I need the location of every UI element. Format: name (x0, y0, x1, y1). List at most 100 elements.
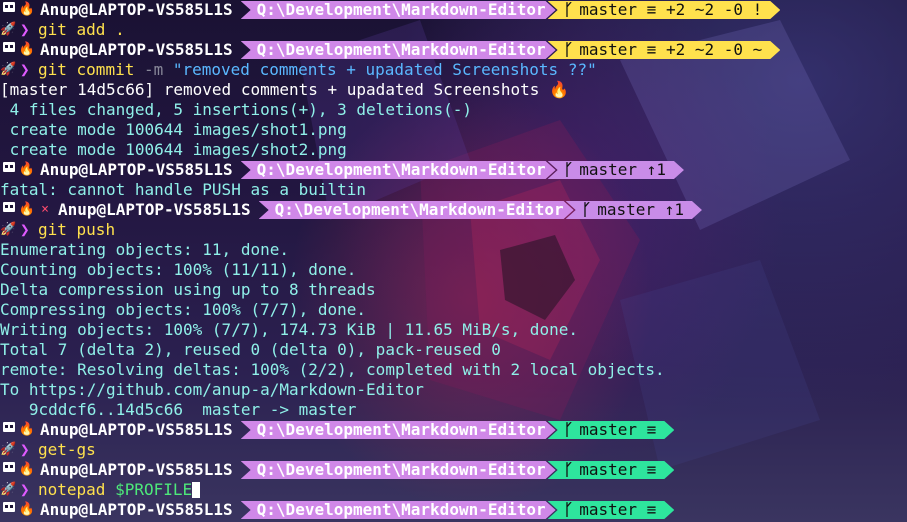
prompt-line: 🔥 Anup@LAPTOP-VS585L1S Q:\Development\Mark… (0, 160, 907, 180)
terminal-output[interactable]: 🔥 Anup@LAPTOP-VS585L1S Q:\Development\Mark… (0, 0, 907, 520)
prompt-line: 🔥 × Anup@LAPTOP-VS585L1S Q:\Development\Mar… (0, 200, 907, 220)
prompt-git-status: ᚴ master ≡ (548, 461, 675, 479)
rocket-icon: 🚀 (0, 482, 17, 497)
command-token: -m (143, 60, 164, 79)
rocket-icon: 🚀 (0, 62, 17, 77)
prompt-chevron-icon: ❯ (20, 20, 30, 39)
command-text[interactable]: git push (38, 220, 115, 240)
git-branch-icon: ᚴ (563, 460, 574, 479)
output-line: Compressing objects: 100% (7/7), done. (0, 300, 367, 319)
prompt-user: Anup@LAPTOP-VS585L1S (40, 460, 233, 479)
command-line[interactable]: 🚀 ❯ git add . (0, 20, 907, 40)
git-status-text: master ≡ (579, 420, 657, 439)
prompt-chevron-icon: ❯ (20, 440, 30, 459)
prompt-path-segment: Q:\Development\Markdown-Editor (241, 41, 556, 59)
command-token: commit (66, 60, 144, 79)
prompt-glyph-icon (0, 200, 18, 221)
output-line: Writing objects: 100% (7/7), 174.73 KiB … (0, 320, 578, 339)
command-token: git (38, 20, 67, 39)
prompt-line: 🔥 Anup@LAPTOP-VS585L1S Q:\Development\Mark… (0, 460, 907, 480)
rocket-icon: 🚀 (0, 442, 17, 457)
prompt-user: Anup@LAPTOP-VS585L1S (40, 0, 233, 19)
output-line: Delta compression using up to 8 threads (0, 280, 376, 299)
rocket-icon: 🚀 (0, 22, 17, 37)
command-text[interactable]: git commit -m "removed comments + upadat… (38, 60, 597, 80)
error-x-icon: × (41, 202, 49, 217)
git-branch-icon: ᚴ (563, 420, 574, 439)
git-status-text: master ↑1 (597, 200, 684, 219)
prompt-path-segment: Q:\Development\Markdown-Editor (241, 461, 556, 479)
prompt-user: Anup@LAPTOP-VS585L1S (40, 420, 233, 439)
prompt-user: Anup@LAPTOP-VS585L1S (58, 200, 251, 219)
output-line: fatal: cannot handle PUSH as a builtin (0, 180, 367, 199)
prompt-git-status: ᚴ master ≡ +2 ~2 -0 ~ (548, 41, 781, 59)
git-status-text: master ≡ +2 ~2 -0 ! (579, 0, 763, 19)
command-token: push (66, 220, 116, 239)
command-token: $PROFILE (105, 480, 193, 499)
prompt-git-status: ᚴ master ↑1 (548, 161, 684, 179)
command-text[interactable]: notepad $PROFILE (38, 480, 192, 500)
prompt-line: 🔥 Anup@LAPTOP-VS585L1S Q:\Development\Mark… (0, 40, 907, 60)
git-branch-icon: ᚴ (581, 200, 592, 219)
output-line: create mode 100644 images/shot1.png (0, 120, 347, 139)
output-line: 4 files changed, 5 insertions(+), 3 dele… (0, 100, 473, 119)
git-status-text: master ≡ +2 ~2 -0 ~ (579, 40, 763, 59)
prompt-path-segment: Q:\Development\Markdown-Editor (241, 501, 556, 519)
git-status-text: master ≡ (579, 460, 657, 479)
fire-icon: 🔥 (18, 2, 36, 17)
prompt-git-status: ᚴ master ≡ +2 ~2 -0 ! (548, 1, 781, 19)
prompt-path-segment: Q:\Development\Markdown-Editor (241, 1, 556, 19)
prompt-git-status: ᚴ master ≡ (548, 501, 675, 519)
command-line[interactable]: 🚀 ❯ notepad $PROFILE (0, 480, 907, 500)
command-text[interactable]: get-gs (38, 440, 96, 460)
prompt-git-status: ᚴ master ≡ (548, 421, 675, 439)
command-token: "removed comments + upadated Screenshots… (163, 60, 597, 79)
prompt-chevron-icon: ❯ (20, 60, 30, 79)
git-branch-icon: ᚴ (563, 160, 574, 179)
fire-icon: 🔥 (18, 502, 36, 517)
command-token: add . (66, 20, 125, 39)
prompt-glyph-icon (0, 500, 18, 521)
rocket-icon: 🚀 (0, 222, 17, 237)
prompt-path-segment: Q:\Development\Markdown-Editor (241, 421, 556, 439)
git-branch-icon: ᚴ (563, 500, 574, 519)
output-line: [master 14d5c66] removed comments + upad… (0, 80, 569, 99)
fire-icon: 🔥 (18, 42, 36, 57)
fire-icon: 🔥 (18, 462, 36, 477)
prompt-user: Anup@LAPTOP-VS585L1S (40, 40, 233, 59)
text-cursor (192, 482, 201, 498)
prompt-glyph-icon (0, 420, 18, 441)
prompt-glyph-icon (0, 0, 18, 21)
output-line: Total 7 (delta 2), reused 0 (delta 0), p… (0, 340, 501, 359)
git-branch-icon: ᚴ (563, 0, 574, 19)
prompt-line: 🔥 Anup@LAPTOP-VS585L1S Q:\Development\Mark… (0, 420, 907, 440)
output-line: Enumerating objects: 11, done. (0, 240, 289, 259)
fire-icon: 🔥 (18, 162, 36, 177)
command-token: git (38, 60, 67, 79)
command-token: git (38, 220, 67, 239)
output-line: 9cddcf6..14d5c66 master -> master (0, 400, 357, 419)
output-line: Counting objects: 100% (11/11), done. (0, 260, 357, 279)
prompt-chevron-icon: ❯ (20, 220, 30, 239)
prompt-glyph-icon (0, 40, 18, 61)
prompt-path-segment: Q:\Development\Markdown-Editor (259, 201, 574, 219)
command-line[interactable]: 🚀 ❯ get-gs (0, 440, 907, 460)
command-line[interactable]: 🚀 ❯ git push (0, 220, 907, 240)
git-status-text: master ≡ (579, 500, 657, 519)
prompt-glyph-icon (0, 460, 18, 481)
command-text[interactable]: git add . (38, 20, 125, 40)
command-line[interactable]: 🚀 ❯ git commit -m "removed comments + upad… (0, 60, 907, 80)
prompt-git-status: ᚴ master ↑1 (566, 201, 702, 219)
prompt-user: Anup@LAPTOP-VS585L1S (40, 500, 233, 519)
command-token: notepad (38, 480, 106, 499)
fire-icon: 🔥 (18, 422, 36, 437)
prompt-line: 🔥 Anup@LAPTOP-VS585L1S Q:\Development\Mark… (0, 0, 907, 20)
output-line: create mode 100644 images/shot2.png (0, 140, 347, 159)
prompt-line: 🔥 Anup@LAPTOP-VS585L1S Q:\Development\Mark… (0, 500, 907, 520)
prompt-chevron-icon: ❯ (20, 480, 30, 499)
command-token: get-gs (38, 440, 96, 459)
output-line: To https://github.com/anup-a/Markdown-Ed… (0, 380, 424, 399)
git-branch-icon: ᚴ (563, 40, 574, 59)
prompt-user: Anup@LAPTOP-VS585L1S (40, 160, 233, 179)
prompt-path-segment: Q:\Development\Markdown-Editor (241, 161, 556, 179)
